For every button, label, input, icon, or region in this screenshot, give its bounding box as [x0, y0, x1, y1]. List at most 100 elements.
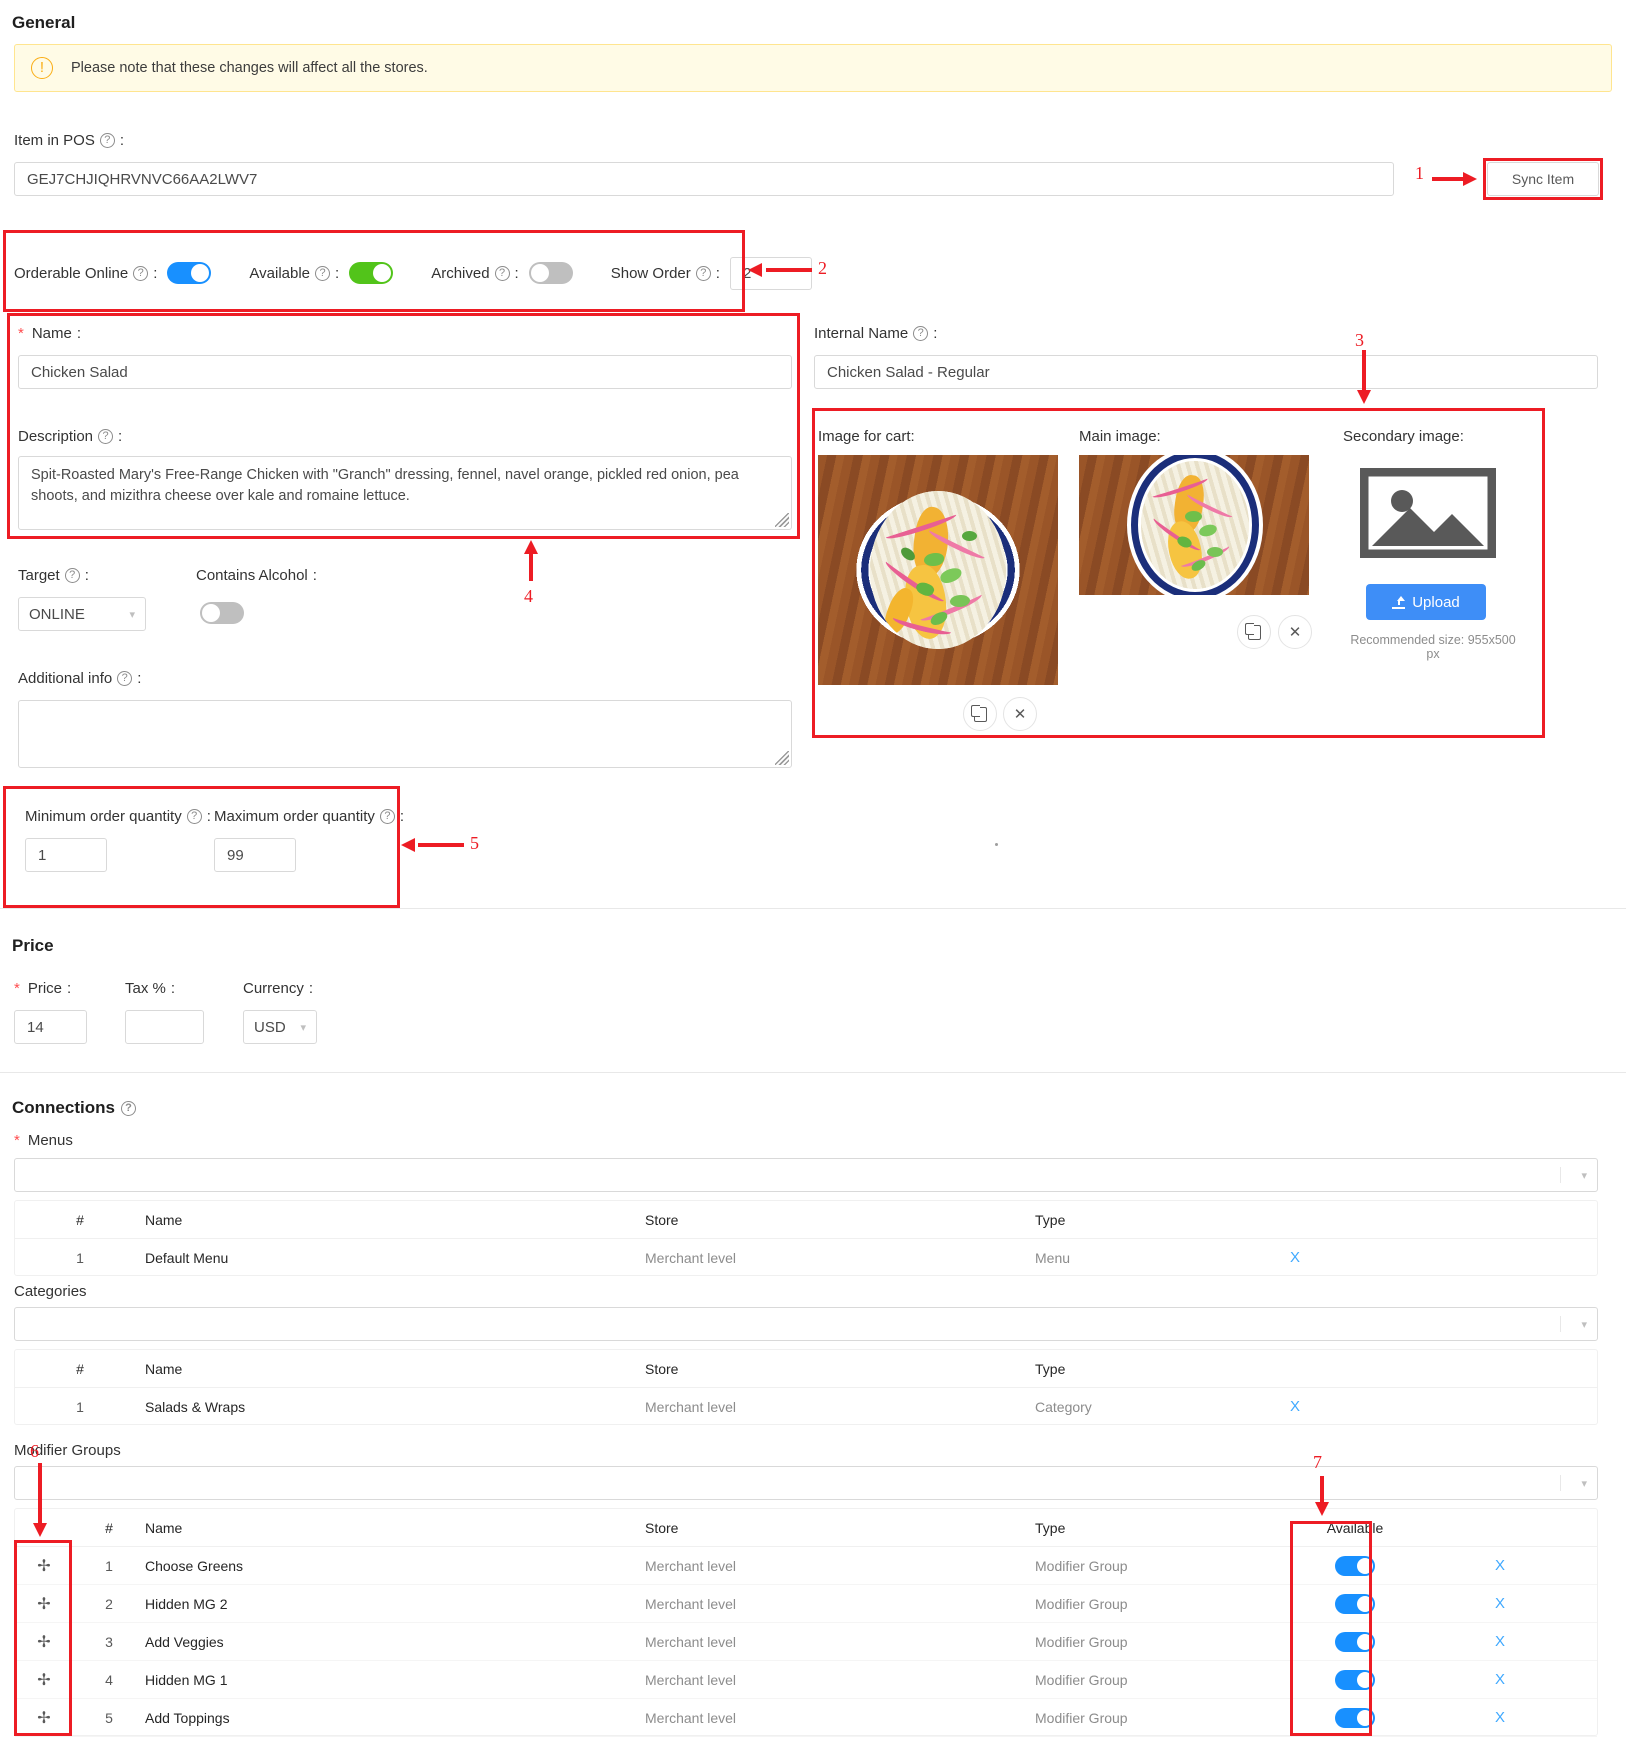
available-toggle[interactable] [1335, 1555, 1375, 1576]
available-toggle[interactable] [349, 262, 394, 284]
col-name: Name [145, 1211, 183, 1228]
main-image-thumbnail[interactable] [1079, 455, 1309, 595]
cell-index: 1 [105, 1557, 113, 1574]
target-select[interactable]: ONLINE ▾ [18, 597, 146, 631]
drag-handle-icon[interactable]: ✢ [15, 1556, 73, 1576]
internal-name-label: Internal Name ?: [814, 325, 938, 342]
help-icon[interactable]: ? [315, 265, 331, 281]
main-image-copy-button[interactable] [1237, 615, 1271, 649]
cell-name: Hidden MG 1 [145, 1671, 228, 1688]
tax-input[interactable] [125, 1010, 204, 1044]
minimum-order-quantity-input[interactable]: 1 [25, 838, 107, 872]
help-icon[interactable]: ? [494, 265, 510, 281]
help-icon[interactable]: ? [98, 429, 114, 444]
contains-alcohol-toggle[interactable] [200, 602, 244, 624]
warning-banner-text: Please note that these changes will affe… [71, 60, 428, 76]
remove-row-button[interactable]: X [1405, 1557, 1595, 1574]
help-icon[interactable]: ? [120, 1100, 136, 1116]
remove-row-button[interactable]: X [1405, 1595, 1595, 1612]
drag-handle-icon[interactable]: ✢ [15, 1594, 73, 1614]
cell-index: 3 [105, 1633, 113, 1650]
currency-select[interactable]: USD ▾ [243, 1010, 317, 1044]
table-row[interactable]: 1 Default Menu Merchant level Menu X [15, 1239, 1597, 1276]
cell-name: Salads & Wraps [145, 1398, 246, 1415]
available-label: Available ?: [249, 264, 340, 282]
table-row[interactable]: 1 Salads & Wraps Merchant level Category… [15, 1388, 1597, 1425]
remove-row-button[interactable]: X [1405, 1633, 1595, 1650]
help-icon[interactable]: ? [133, 265, 149, 281]
cell-index: 2 [105, 1595, 113, 1612]
cell-store: Merchant level [645, 1595, 737, 1612]
image-for-cart-thumbnail[interactable] [818, 455, 1058, 685]
drag-handle-icon[interactable]: ✢ [15, 1670, 73, 1690]
help-icon[interactable]: ? [186, 809, 202, 824]
cell-type: Category [1035, 1398, 1092, 1415]
menus-label: * Menus [14, 1132, 73, 1149]
help-icon[interactable]: ? [64, 568, 80, 583]
annotation-number-4: 4 [524, 586, 533, 606]
help-icon[interactable]: ? [379, 809, 395, 824]
cell-type: Modifier Group [1035, 1557, 1128, 1574]
available-toggle[interactable] [1335, 1631, 1375, 1652]
secondary-image-label: Secondary image: [1343, 428, 1464, 445]
table-row[interactable]: ✢ 2 Hidden MG 2 Merchant level Modifier Grou… [15, 1585, 1597, 1623]
help-icon[interactable]: ? [117, 671, 133, 686]
item-editor-page: General ! Please note that these changes… [0, 0, 1626, 1764]
drag-handle-icon[interactable]: ✢ [15, 1632, 73, 1652]
table-row[interactable]: ✢ 4 Hidden MG 1 Merchant level Modifier Grou… [15, 1661, 1597, 1699]
cell-type: Modifier Group [1035, 1709, 1128, 1726]
description-textarea[interactable]: Spit-Roasted Mary's Free-Range Chicken w… [18, 456, 792, 530]
show-order-input[interactable]: 2 [729, 256, 812, 290]
table-row[interactable]: ✢ 3 Add Veggies Merchant level Modifier Grou… [15, 1623, 1597, 1661]
stray-dot [995, 843, 998, 846]
table-row[interactable]: ✢ 1 Choose Greens Merchant level Modifier Gr… [15, 1547, 1597, 1585]
cell-name: Add Veggies [145, 1633, 224, 1650]
col-store: Store [645, 1360, 679, 1377]
copy-icon [1244, 622, 1261, 640]
internal-name-input[interactable]: Chicken Salad - Regular [814, 355, 1598, 389]
cell-store: Merchant level [645, 1633, 737, 1650]
archived-label: Archived ?: [431, 264, 519, 282]
resize-grip-icon[interactable] [775, 751, 789, 765]
main-image-delete-button[interactable]: ✕ [1278, 615, 1312, 649]
price-input[interactable]: 14 [14, 1010, 87, 1044]
help-icon[interactable]: ? [695, 265, 711, 281]
item-in-pos-input[interactable]: GEJ7CHJIQHRVNVC66AA2LWV7 [14, 162, 1394, 196]
orderable-online-toggle[interactable] [167, 262, 212, 284]
archived-toggle[interactable] [528, 262, 573, 284]
remove-row-button[interactable]: X [1405, 1671, 1595, 1688]
additional-info-textarea[interactable] [18, 700, 792, 768]
sync-item-button[interactable]: Sync Item [1487, 162, 1599, 196]
upload-button-label: Upload [1412, 593, 1460, 611]
menus-select[interactable]: ▾ [14, 1158, 1598, 1192]
remove-row-button[interactable]: X [1235, 1249, 1355, 1266]
remove-row-button[interactable]: X [1235, 1398, 1355, 1415]
drag-handle-icon[interactable]: ✢ [15, 1708, 73, 1728]
main-image-label: Main image: [1079, 428, 1161, 445]
image-for-cart-copy-button[interactable] [963, 697, 997, 731]
available-toggle[interactable] [1335, 1707, 1375, 1728]
categories-select[interactable]: ▾ [14, 1307, 1598, 1341]
available-toggle[interactable] [1335, 1669, 1375, 1690]
image-for-cart-delete-button[interactable]: ✕ [1003, 697, 1037, 731]
available-toggle[interactable] [1335, 1593, 1375, 1614]
remove-row-button[interactable]: X [1405, 1709, 1595, 1726]
price-label: * Price: [14, 980, 72, 997]
table-header-row: # Name Store Type [15, 1201, 1597, 1239]
modifier-groups-select[interactable]: ▾ [14, 1466, 1598, 1500]
cell-type: Modifier Group [1035, 1671, 1128, 1688]
name-input[interactable]: Chicken Salad [18, 355, 792, 389]
help-icon[interactable]: ? [99, 133, 115, 148]
cell-available [1305, 1707, 1405, 1728]
target-label: Target ?: [18, 567, 89, 584]
annotation-number-7: 7 [1313, 1452, 1322, 1472]
annotation-number-2: 2 [818, 258, 827, 278]
chevron-down-icon: ▾ [1581, 1477, 1587, 1490]
upload-button[interactable]: Upload [1366, 584, 1486, 620]
cell-index: 4 [105, 1671, 113, 1688]
col-index: # [105, 1519, 113, 1536]
help-icon[interactable]: ? [913, 326, 929, 341]
resize-grip-icon[interactable] [775, 513, 789, 527]
maximum-order-quantity-input[interactable]: 99 [214, 838, 296, 872]
table-row[interactable]: ✢ 5 Add Toppings Merchant level Modifier Gro… [15, 1699, 1597, 1737]
